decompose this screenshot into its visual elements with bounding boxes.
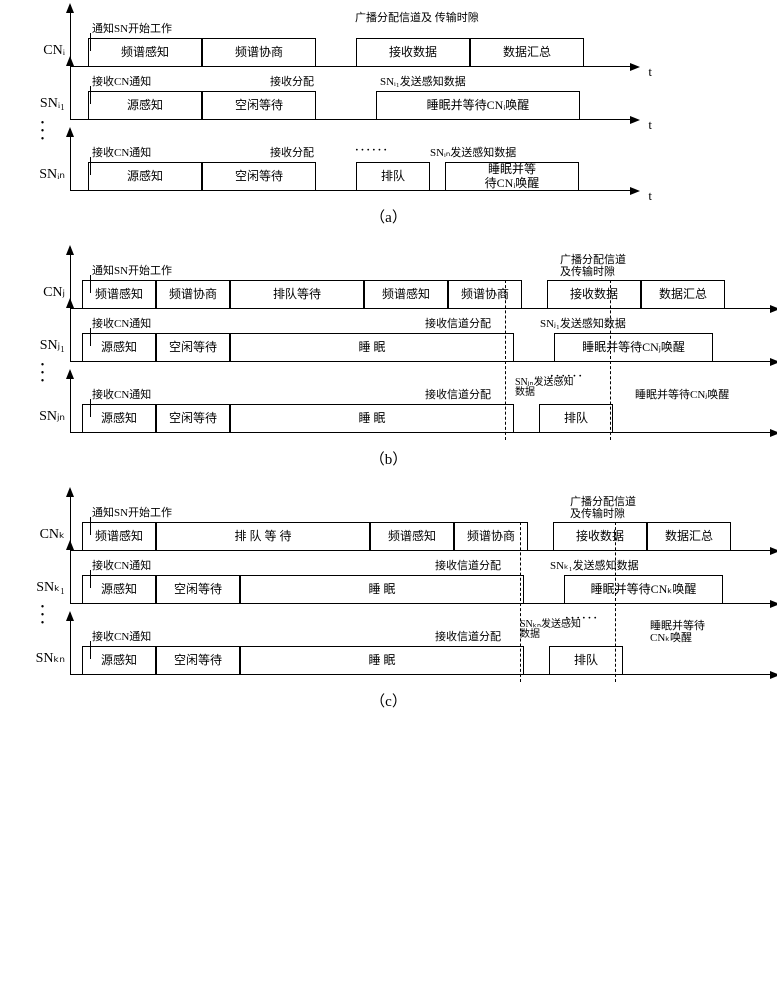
cell: 排队 <box>549 646 623 674</box>
vdots: ••• <box>20 604 70 628</box>
annot: 接收CN通知 <box>92 386 151 402</box>
cell: 数据汇总 <box>641 280 725 308</box>
cell: 睡眠并等 待CNᵢ唤醒 <box>445 162 579 190</box>
annot: SNₖ₁发送感知数据 <box>550 557 639 573</box>
cell: 排 队 等 待 <box>156 522 370 550</box>
caption: （a） <box>20 206 757 227</box>
cell: 睡 眠 <box>240 575 524 603</box>
cell: 睡 眠 <box>240 646 524 674</box>
annot: SNᵢ₁发送感知数据 <box>380 73 466 89</box>
annot: SNⱼ₁发送感知数据 <box>540 315 626 331</box>
annot: 通知SN开始工作 <box>92 504 172 520</box>
cell: 接收数据 <box>547 280 641 308</box>
cell: 频谱感知 <box>82 280 156 308</box>
annot: 通知SN开始工作 <box>92 20 172 36</box>
axis-label: t <box>648 117 652 133</box>
cell: 源感知 <box>88 91 202 119</box>
cell: 睡眠并等待CNₖ唤醒 <box>564 575 723 603</box>
cell: 源感知 <box>82 575 156 603</box>
row-label: SNⱼₙ <box>20 408 70 433</box>
chart-c: CNₖ 通知SN开始工作 广播分配信道 及传输时隙 频谱感知 排 队 等 待 频… <box>20 504 757 711</box>
annot: 通知SN开始工作 <box>92 262 172 278</box>
cell: 接收数据 <box>356 38 470 66</box>
row-label: CNᵢ <box>20 43 70 67</box>
annot: ······ <box>550 370 584 382</box>
cell: 空闲等待 <box>156 646 240 674</box>
row-label: SNₖₙ <box>20 650 70 675</box>
annot: SNᵢₙ发送感知数据 <box>430 144 516 160</box>
chart-b: CNⱼ 通知SN开始工作 广播分配信道 及传输时隙 频谱感知 频谱协商 排队等待… <box>20 262 757 469</box>
cell: 睡 眠 <box>230 333 514 361</box>
cell: 接收数据 <box>553 522 647 550</box>
row-label: SNₖ₁ <box>20 579 70 604</box>
annot: 接收分配 <box>270 73 314 89</box>
annot: 接收信道分配 <box>435 557 501 573</box>
cell: 数据汇总 <box>470 38 584 66</box>
row-label: CNⱼ <box>20 284 70 309</box>
cell: 空闲等待 <box>202 91 316 119</box>
cell: 排队 <box>356 162 430 190</box>
cell: 空闲等待 <box>156 404 230 432</box>
caption: （b） <box>20 448 757 469</box>
row-label: CNₖ <box>20 526 70 551</box>
row-label: SNᵢₙ <box>20 166 70 191</box>
caption: （c） <box>20 690 757 711</box>
row-label: SNⱼ₁ <box>20 337 70 362</box>
cell: 频谱协商 <box>202 38 316 66</box>
cell: 源感知 <box>82 646 156 674</box>
cell: 频谱协商 <box>454 522 528 550</box>
annot: 接收CN通知 <box>92 628 151 644</box>
cell: 睡眠并等待CNⱼ唤醒 <box>554 333 713 361</box>
annot: 接收信道分配 <box>435 628 501 644</box>
annot: ······ <box>355 144 389 156</box>
annot: 广播分配信道及 传输时隙 <box>355 12 479 24</box>
annot: 接收分配 <box>270 144 314 160</box>
axis-label: t <box>648 188 652 204</box>
cell: 频谱协商 <box>156 280 230 308</box>
annot: 接收信道分配 <box>425 386 491 402</box>
vdots: ••• <box>20 120 70 144</box>
vdots: ••• <box>20 362 70 386</box>
cell: 源感知 <box>88 162 202 190</box>
cell: 频谱协商 <box>448 280 522 308</box>
cell: 频谱感知 <box>370 522 454 550</box>
cell: 排队等待 <box>230 280 364 308</box>
annot: 广播分配信道 及传输时隙 <box>560 254 626 278</box>
row-label: SNᵢ₁ <box>20 96 70 120</box>
cell: 频谱感知 <box>82 522 156 550</box>
annot: ······ <box>565 612 599 624</box>
chart-a: CNᵢ 通知SN开始工作 广播分配信道及 传输时隙 频谱感知 频谱协商 接收数据… <box>20 20 757 227</box>
annot: 睡眠并等待 CNₖ唤醒 <box>650 620 705 644</box>
annot: 接收CN通知 <box>92 557 151 573</box>
annot: 接收CN通知 <box>92 73 151 89</box>
annot: 广播分配信道 及传输时隙 <box>570 496 636 520</box>
cell: 空闲等待 <box>156 333 230 361</box>
cell: 空闲等待 <box>156 575 240 603</box>
cell: 睡 眠 <box>230 404 514 432</box>
annot: 接收CN通知 <box>92 144 151 160</box>
annot: 接收CN通知 <box>92 315 151 331</box>
annot: 睡眠并等待CNⱼ唤醒 <box>635 386 729 402</box>
annot: 接收信道分配 <box>425 315 491 331</box>
cell: 频谱感知 <box>88 38 202 66</box>
cell: 睡眠并等待CNᵢ唤醒 <box>376 91 580 119</box>
cell: 源感知 <box>82 333 156 361</box>
cell: 源感知 <box>82 404 156 432</box>
cell: 频谱感知 <box>364 280 448 308</box>
cell: 数据汇总 <box>647 522 731 550</box>
cell: 排队 <box>539 404 613 432</box>
cell: 空闲等待 <box>202 162 316 190</box>
